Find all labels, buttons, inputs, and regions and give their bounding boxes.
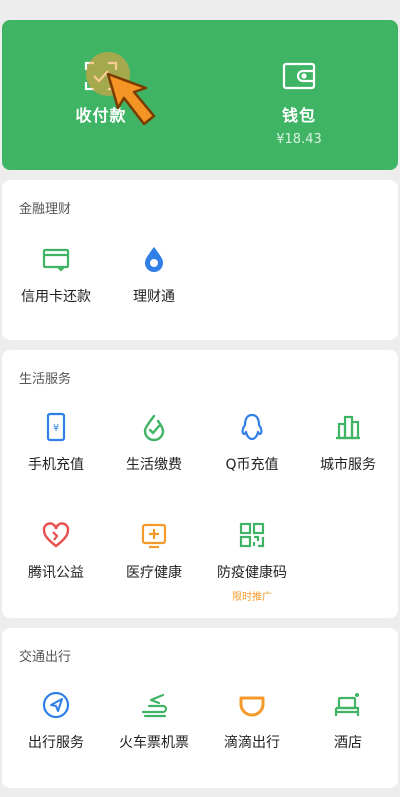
grid-label: 手机充值 [28, 457, 84, 473]
drop-icon [145, 247, 163, 272]
wallet-icon [282, 62, 316, 90]
charity-heart-icon [42, 522, 70, 548]
wallet-label: 钱包 [281, 106, 316, 125]
grid-label: 防疫健康码 [217, 565, 287, 581]
pay-receive-button[interactable]: 收付款 [2, 20, 200, 170]
grid-label: 滴滴出行 [224, 735, 280, 751]
qq-penguin-icon [241, 413, 263, 441]
life-services-section: 生活服务 ¥ 手机充值 生活缴费 Q币充值 城市服务 腾讯公益 医疗健康 防疫健… [2, 350, 398, 618]
wallet-balance: ¥18.43 [276, 132, 322, 147]
medical-cross-icon [141, 523, 167, 549]
didi-icon [239, 696, 265, 717]
scan-check-icon [84, 61, 118, 91]
grid-label: 信用卡还款 [21, 289, 91, 305]
tencent-charity-button[interactable]: 腾讯公益 [8, 520, 104, 582]
utility-bill-icon [143, 414, 165, 442]
grid-label: 生活缴费 [126, 457, 182, 473]
qr-code-icon [239, 522, 265, 548]
grid-label: 酒店 [334, 735, 362, 751]
grid-label: 出行服务 [28, 735, 84, 751]
promo-badge: 限时推广 [232, 592, 272, 603]
section-title: 金融理财 [19, 202, 72, 217]
compass-icon [42, 691, 70, 719]
grid-label: 理财通 [133, 289, 175, 305]
grid-label: 医疗健康 [126, 565, 182, 581]
medical-health-button[interactable]: 医疗健康 [106, 520, 202, 582]
svg-text:¥: ¥ [53, 423, 59, 434]
train-plane-icon [141, 693, 168, 718]
didi-button[interactable]: 滴滴出行 [204, 690, 300, 752]
grid-label: 火车票机票 [119, 735, 189, 751]
licaitong-button[interactable]: 理财通 [106, 244, 202, 306]
wallet-button[interactable]: 钱包 ¥18.43 [200, 20, 398, 170]
credit-card-icon [42, 248, 70, 272]
city-services-button[interactable]: 城市服务 [300, 412, 396, 474]
phone-recharge-button[interactable]: ¥ 手机充值 [8, 412, 104, 474]
wallet-header-card: 收付款 钱包 ¥18.43 [2, 20, 398, 170]
section-title: 交通出行 [19, 650, 72, 665]
travel-services-button[interactable]: 出行服务 [8, 690, 104, 752]
finance-section: 金融理财 信用卡还款 理财通 [2, 180, 398, 340]
pay-receive-label: 收付款 [75, 106, 127, 125]
credit-card-repay-button[interactable]: 信用卡还款 [8, 244, 104, 306]
train-plane-tickets-button[interactable]: 火车票机票 [106, 690, 202, 752]
section-title: 生活服务 [19, 372, 72, 387]
hotel-bed-icon [334, 693, 360, 716]
hotel-button[interactable]: 酒店 [300, 690, 396, 752]
grid-label: Q币充值 [225, 457, 279, 473]
grid-label: 城市服务 [320, 457, 376, 473]
city-buildings-icon [336, 415, 360, 440]
q-coin-recharge-button[interactable]: Q币充值 [204, 412, 300, 474]
health-code-button[interactable]: 防疫健康码 限时推广 [204, 520, 300, 603]
transport-section: 交通出行 出行服务 火车票机票 滴滴出行 酒店 [2, 628, 398, 788]
utility-bill-button[interactable]: 生活缴费 [106, 412, 202, 474]
grid-label: 腾讯公益 [28, 565, 84, 581]
phone-recharge-icon: ¥ [46, 412, 66, 442]
